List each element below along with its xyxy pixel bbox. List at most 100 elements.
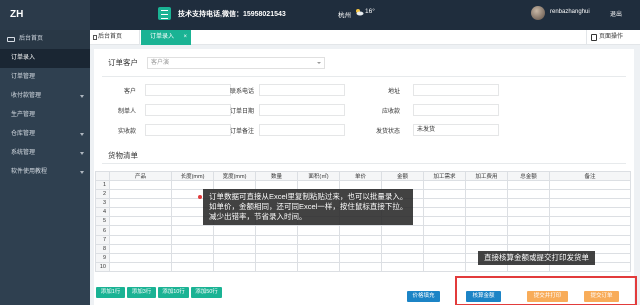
table-cell[interactable] — [465, 207, 508, 218]
table-cell[interactable] — [423, 198, 466, 209]
submit-and-print-button[interactable]: 提交并打印 — [527, 291, 568, 302]
table-cell[interactable] — [465, 198, 508, 209]
table-cell[interactable] — [423, 189, 466, 200]
receivable-field[interactable] — [413, 104, 499, 116]
check-amount-button[interactable]: 核算金额 — [466, 291, 501, 302]
table-cell[interactable] — [109, 179, 172, 191]
sidebar-item-warehouse[interactable]: 仓库管理 — [0, 125, 90, 144]
table-cell[interactable] — [381, 261, 424, 272]
table-cell[interactable] — [109, 243, 172, 254]
table-cell[interactable] — [549, 207, 631, 218]
table-cell[interactable] — [109, 216, 172, 227]
table-cell[interactable] — [171, 243, 214, 254]
table-cell[interactable] — [339, 243, 382, 254]
table-cell[interactable] — [339, 234, 382, 245]
sidebar-item-dashboard[interactable]: 后台首页 — [0, 30, 90, 49]
table-cell[interactable] — [109, 189, 172, 200]
table-cell[interactable] — [213, 261, 256, 272]
table-cell[interactable] — [423, 207, 466, 218]
table-cell[interactable] — [109, 252, 172, 263]
table-cell[interactable] — [507, 189, 550, 200]
table-cell[interactable] — [109, 234, 172, 245]
sidebar-item-system[interactable]: 系统管理 — [0, 144, 90, 163]
add-1-row-button[interactable]: 添加1行 — [96, 287, 125, 298]
table-cell[interactable] — [507, 234, 550, 245]
table-cell[interactable] — [381, 225, 424, 236]
sidebar-item-order-management[interactable]: 订单管理 — [0, 68, 90, 87]
table-cell[interactable] — [255, 234, 298, 245]
ship-status-select[interactable]: 未发货 — [413, 124, 499, 136]
table-cell[interactable] — [507, 179, 550, 191]
add-10-rows-button[interactable]: 添加10行 — [158, 287, 189, 298]
username[interactable]: renbazhanghui — [550, 9, 590, 15]
table-cell[interactable] — [171, 261, 214, 272]
customer-select[interactable]: 客户演 — [147, 57, 325, 69]
table-cell[interactable] — [549, 198, 631, 209]
table-cell[interactable] — [465, 234, 508, 245]
avatar[interactable] — [531, 6, 545, 20]
table-cell[interactable] — [381, 243, 424, 254]
table-cell[interactable] — [213, 225, 256, 236]
table-cell[interactable] — [297, 261, 340, 272]
table-cell[interactable] — [171, 234, 214, 245]
logout-link[interactable]: 退出 — [610, 9, 622, 18]
price-fill-button[interactable]: 价格填充 — [407, 291, 440, 302]
table-cell[interactable] — [297, 225, 340, 236]
table-cell[interactable] — [423, 179, 466, 191]
add-3-rows-button[interactable]: 添加3行 — [127, 287, 156, 298]
close-icon[interactable]: × — [183, 30, 187, 45]
address-field[interactable] — [413, 84, 499, 96]
table-cell[interactable] — [213, 252, 256, 263]
table-cell[interactable] — [255, 261, 298, 272]
table-cell[interactable] — [465, 189, 508, 200]
table-cell[interactable] — [423, 225, 466, 236]
table-cell[interactable] — [423, 216, 466, 227]
table-cell[interactable] — [381, 234, 424, 245]
table-cell[interactable] — [109, 261, 172, 272]
submit-order-button[interactable]: 提交订单 — [584, 291, 619, 302]
table-cell[interactable] — [549, 225, 631, 236]
table-cell[interactable] — [549, 216, 631, 227]
table-cell[interactable] — [423, 261, 466, 272]
table-cell[interactable] — [423, 243, 466, 254]
order-note-field[interactable] — [259, 124, 345, 136]
table-cell[interactable] — [507, 207, 550, 218]
table-cell[interactable] — [549, 189, 631, 200]
table-cell[interactable] — [507, 225, 550, 236]
table-cell[interactable] — [507, 198, 550, 209]
menu-toggle-icon[interactable] — [158, 7, 171, 20]
table-cell[interactable] — [297, 252, 340, 263]
table-cell[interactable] — [549, 234, 631, 245]
phone-field[interactable] — [259, 84, 345, 96]
table-cell[interactable] — [465, 225, 508, 236]
order-date-field[interactable] — [259, 104, 345, 116]
table-cell[interactable] — [213, 243, 256, 254]
table-cell[interactable] — [255, 225, 298, 236]
table-cell[interactable] — [507, 216, 550, 227]
table-cell[interactable] — [297, 243, 340, 254]
tab-dashboard[interactable]: 后台首页 — [90, 30, 140, 45]
tab-order-entry[interactable]: 订单录入 × — [141, 30, 191, 45]
table-cell[interactable] — [255, 252, 298, 263]
sidebar-item-production[interactable]: 生产管理 — [0, 106, 90, 125]
table-cell[interactable] — [109, 207, 172, 218]
table-cell[interactable] — [423, 252, 466, 263]
table-cell[interactable] — [423, 234, 466, 245]
table-cell[interactable] — [339, 261, 382, 272]
table-cell[interactable] — [381, 252, 424, 263]
table-cell[interactable] — [465, 216, 508, 227]
sidebar-item-tutorial[interactable]: 软件使用教程 — [0, 163, 90, 182]
table-cell[interactable] — [171, 225, 214, 236]
table-cell[interactable] — [213, 234, 256, 245]
table-cell[interactable] — [297, 234, 340, 245]
sidebar-item-payments[interactable]: 收付款管理 — [0, 87, 90, 106]
table-cell[interactable] — [549, 179, 631, 191]
sidebar-item-order-entry[interactable]: 订单录入 — [0, 49, 90, 68]
table-cell[interactable] — [109, 225, 172, 236]
table-cell[interactable] — [339, 225, 382, 236]
table-cell[interactable] — [109, 198, 172, 209]
page-operations-button[interactable]: 页面操作 — [586, 30, 640, 45]
table-cell[interactable] — [171, 252, 214, 263]
add-50-rows-button[interactable]: 添加50行 — [191, 287, 222, 298]
table-cell[interactable] — [465, 179, 508, 191]
